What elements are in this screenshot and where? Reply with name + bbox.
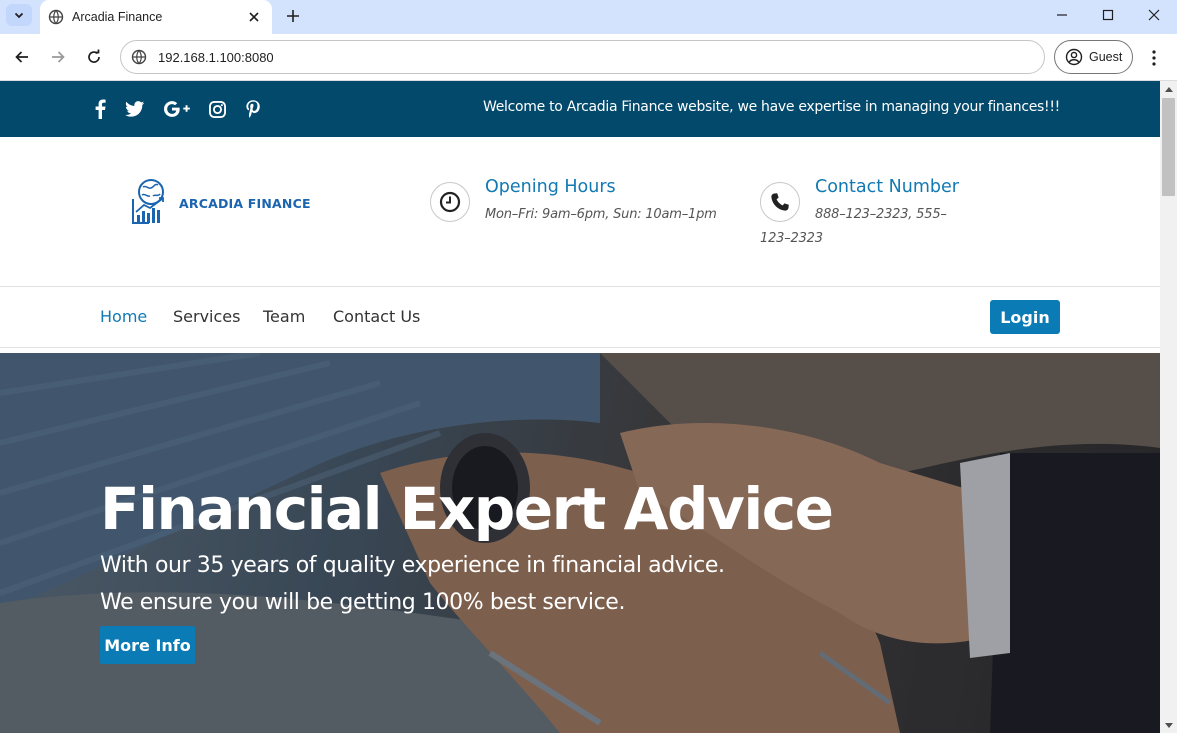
facebook-icon[interactable] [88, 97, 112, 121]
top-info-bar: Welcome to Arcadia Finance website, we h… [0, 81, 1160, 137]
pinterest-icon[interactable] [241, 97, 265, 121]
tab-search-button[interactable] [6, 4, 32, 26]
maximize-icon[interactable] [1085, 0, 1131, 30]
reload-icon[interactable] [80, 43, 108, 71]
nav-services[interactable]: Services [173, 307, 240, 326]
main-nav: Home Services Team Contact Us Login [0, 286, 1160, 348]
new-tab-icon[interactable] [282, 5, 304, 27]
opening-hours-text: Mon–Fri: 9am–6pm, Sun: 10am–1pm [485, 207, 717, 222]
profile-label: Guest [1089, 50, 1123, 64]
tab-title: Arcadia Finance [72, 10, 163, 24]
browser-tabstrip: Arcadia Finance [0, 0, 1177, 34]
clock-icon [430, 182, 470, 222]
back-arrow-icon[interactable] [8, 43, 36, 71]
site-header: ARCADIA FINANCE Opening Hours Mon–Fri: 9… [0, 137, 1160, 287]
chevron-down-icon [14, 12, 24, 19]
scroll-up-arrow-icon[interactable] [1160, 81, 1177, 97]
browser-tab[interactable]: Arcadia Finance [40, 0, 272, 34]
hero-subtitle-line-1: With our 35 years of quality experience … [100, 553, 725, 578]
twitter-icon[interactable] [123, 97, 147, 121]
logo-text: ARCADIA FINANCE [179, 195, 311, 211]
more-info-button[interactable]: More Info [100, 626, 195, 664]
scrollbar-thumb[interactable] [1162, 98, 1175, 196]
page-viewport: Welcome to Arcadia Finance website, we h… [0, 81, 1160, 733]
minimize-icon[interactable] [1039, 0, 1085, 30]
profile-button[interactable]: Guest [1054, 40, 1133, 74]
address-bar[interactable]: 192.168.1.100:8080 [120, 40, 1045, 74]
browser-toolbar: 192.168.1.100:8080 Guest [0, 34, 1177, 81]
arcadia-logo-icon [132, 179, 164, 224]
hero-banner: Financial Expert Advice With our 35 year… [0, 353, 1160, 733]
hero-subtitle-line-2: We ensure you will be getting 100% best … [100, 590, 626, 615]
scroll-down-arrow-icon[interactable] [1160, 717, 1177, 733]
contact-number-line-2: 123–2323 [760, 231, 823, 246]
instagram-icon[interactable] [205, 97, 229, 121]
hero-title: Financial Expert Advice [100, 475, 834, 543]
contact-number-title: Contact Number [815, 177, 959, 197]
account-circle-icon [1065, 48, 1083, 66]
login-button[interactable]: Login [990, 300, 1060, 334]
phone-icon [760, 182, 800, 222]
close-tab-icon[interactable] [244, 7, 264, 27]
forward-arrow-icon[interactable] [44, 43, 72, 71]
window-close-icon[interactable] [1131, 0, 1177, 30]
site-logo[interactable]: ARCADIA FINANCE [131, 177, 311, 229]
more-vert-icon[interactable] [1144, 47, 1164, 69]
hero-overlay [0, 353, 1160, 733]
nav-home[interactable]: Home [100, 307, 147, 326]
url-text: 192.168.1.100:8080 [158, 49, 274, 65]
opening-hours-title: Opening Hours [485, 177, 616, 197]
nav-contact-us[interactable]: Contact Us [333, 307, 420, 326]
site-info-icon[interactable] [131, 48, 149, 66]
page-scrollbar[interactable] [1160, 81, 1177, 733]
google-plus-icon[interactable] [163, 97, 191, 121]
nav-team[interactable]: Team [263, 307, 305, 326]
globe-icon [48, 9, 64, 25]
contact-number-line-1: 888–123–2323, 555– [815, 207, 947, 222]
welcome-message: Welcome to Arcadia Finance website, we h… [483, 99, 1060, 115]
